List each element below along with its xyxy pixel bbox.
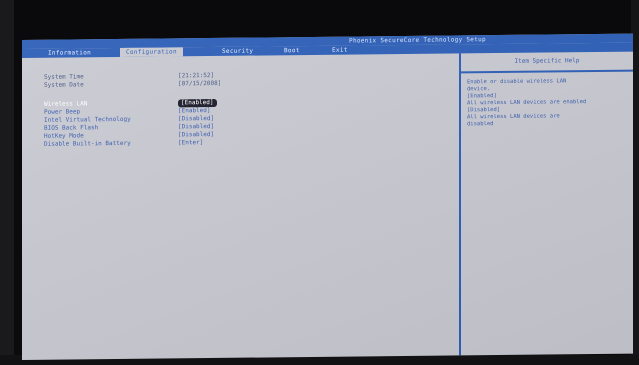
setting-value[interactable]: [Enter] (178, 139, 203, 147)
monitor-bezel-left (0, 0, 14, 365)
tab-information[interactable]: Information (48, 48, 91, 57)
bios-screen: Phoenix SecureCore Technology Setup Info… (22, 33, 633, 361)
tab-exit[interactable]: Exit (332, 46, 348, 55)
setting-label: Disable Built-in Battery (44, 139, 131, 148)
setting-value[interactable]: [Enabled] (178, 98, 217, 108)
help-pane: Item Specific Help Enable or disable wir… (461, 52, 633, 356)
help-header: Item Specific Help (514, 57, 580, 65)
setting-value[interactable]: [Disabled] (178, 131, 214, 139)
help-separator (461, 69, 633, 74)
tab-security[interactable]: Security (222, 47, 253, 56)
tab-boot[interactable]: Boot (284, 46, 300, 55)
help-line: disabled (467, 121, 494, 128)
system-date-value[interactable]: [07/15/2008] (178, 80, 221, 88)
system-date-label: System Date (44, 81, 84, 89)
settings-panel: System Time [21:21:52] System Date [07/1… (22, 53, 459, 360)
